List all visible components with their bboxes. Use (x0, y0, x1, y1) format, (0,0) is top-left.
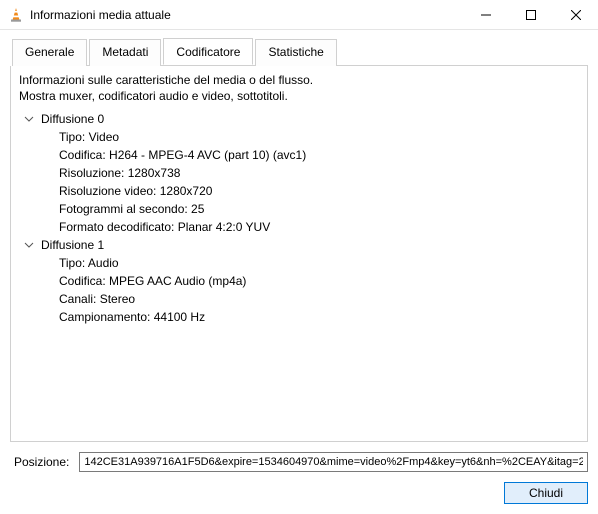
minimize-button[interactable] (463, 0, 508, 30)
location-label: Posizione: (14, 455, 69, 469)
stream-property: Tipo: Audio (59, 254, 579, 272)
stream-property: Canali: Stereo (59, 290, 579, 308)
stream-property: Campionamento: 44100 Hz (59, 308, 579, 326)
maximize-button[interactable] (508, 0, 553, 30)
stream-header[interactable]: Diffusione 0 (23, 110, 579, 128)
stream-property: Risoluzione video: 1280x720 (59, 182, 579, 200)
desc-line-1: Informazioni sulle caratteristiche del m… (19, 72, 579, 88)
codec-panel: Informazioni sulle caratteristiche del m… (10, 66, 588, 442)
codec-tree: Diffusione 0 Tipo: VideoCodifica: H264 - … (19, 110, 579, 326)
stream-property: Formato decodificato: Planar 4:2:0 YUV (59, 218, 579, 236)
window-title: Informazioni media attuale (30, 8, 463, 22)
panel-description: Informazioni sulle caratteristiche del m… (19, 72, 579, 104)
stream-title: Diffusione 1 (41, 238, 104, 252)
stream-property: Tipo: Video (59, 128, 579, 146)
location-field[interactable] (79, 452, 588, 472)
stream-header[interactable]: Diffusione 1 (23, 236, 579, 254)
stream-title: Diffusione 0 (41, 112, 104, 126)
stream-property: Codifica: MPEG AAC Audio (mp4a) (59, 272, 579, 290)
tab-metadata[interactable]: Metadati (89, 39, 161, 66)
close-window-button[interactable] (553, 0, 598, 30)
close-button[interactable]: Chiudi (504, 482, 588, 504)
tab-codec[interactable]: Codificatore (163, 38, 253, 65)
stream-property: Codifica: H264 - MPEG-4 AVC (part 10) (a… (59, 146, 579, 164)
tab-stats[interactable]: Statistiche (255, 39, 336, 66)
chevron-down-icon[interactable] (23, 114, 35, 124)
stream-property: Risoluzione: 1280x738 (59, 164, 579, 182)
vlc-cone-icon (8, 7, 24, 23)
tab-bar: Generale Metadati Codificatore Statistic… (12, 38, 588, 66)
chevron-down-icon[interactable] (23, 240, 35, 250)
desc-line-2: Mostra muxer, codificatori audio e video… (19, 88, 579, 104)
stream-property: Fotogrammi al secondo: 25 (59, 200, 579, 218)
tab-general[interactable]: Generale (12, 39, 87, 66)
